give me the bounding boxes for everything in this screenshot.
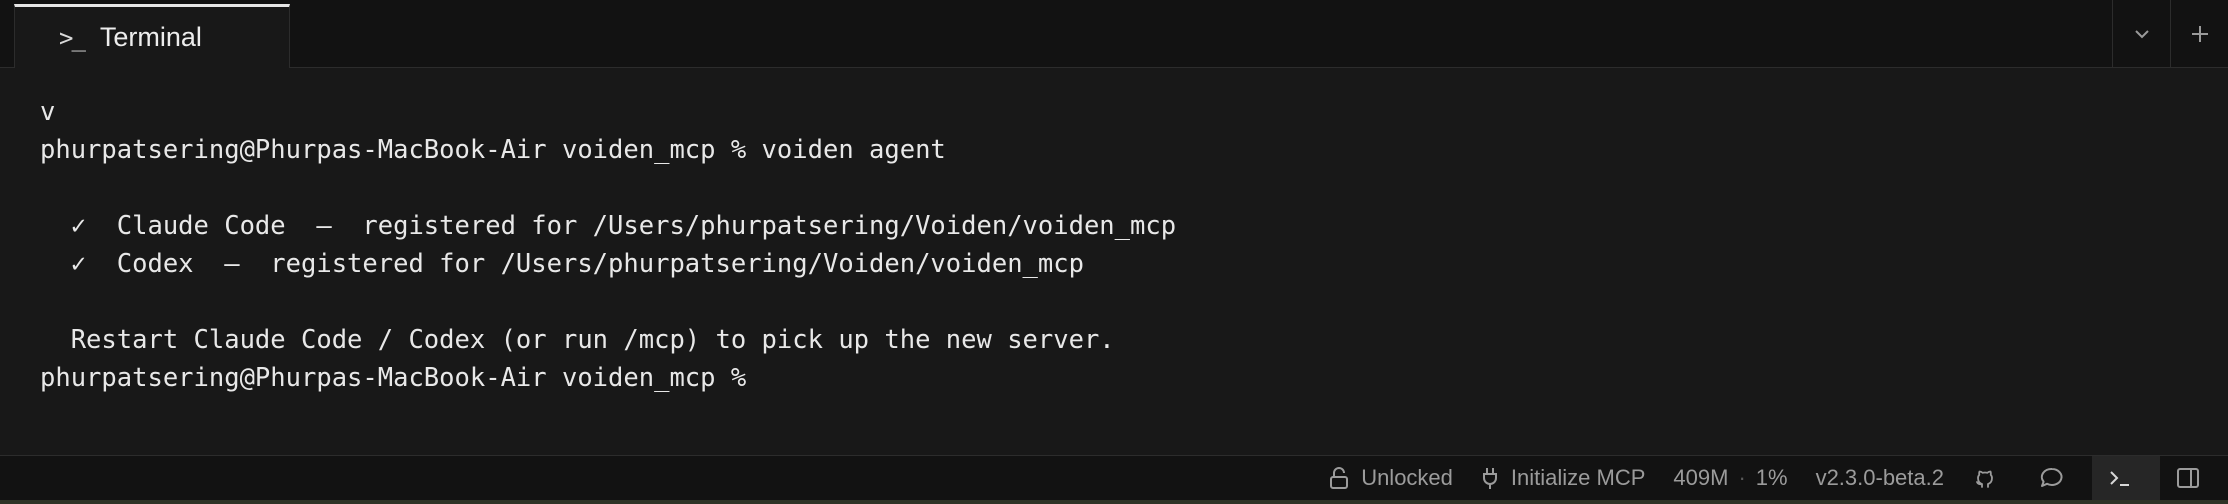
tab-label: Terminal: [99, 22, 202, 52]
terminal-line: ✓ Codex — registered for /Users/phurpats…: [40, 249, 1084, 279]
plug-icon: [1482, 468, 1497, 489]
sidebar-toggle-button[interactable]: [2160, 456, 2228, 501]
terminal-line: ✓ Claude Code — registered for /Users/ph…: [40, 211, 1177, 241]
desktop-background-strip: [0, 500, 2228, 504]
tab-dropdown-button[interactable]: [2112, 0, 2170, 68]
github-icon: [1976, 470, 1993, 488]
version-label: v2.3.0-beta.2: [1802, 456, 1958, 501]
github-button[interactable]: [1958, 456, 2024, 501]
terminal-prompt-line: phurpatsering@Phurpas-MacBook-Air voiden…: [40, 363, 762, 393]
terminal-output[interactable]: v phurpatsering@Phurpas-MacBook-Air void…: [0, 69, 2228, 455]
tab-actions: [2112, 0, 2228, 68]
chevron-down-icon: [2134, 30, 2149, 39]
tab-terminal[interactable]: >_ Terminal: [14, 4, 290, 68]
new-terminal-button[interactable]: [2170, 0, 2228, 68]
sidebar-panel-icon: [2177, 468, 2199, 488]
terminal-icon: [2110, 471, 2129, 486]
initialize-mcp-label: Initialize MCP: [1510, 465, 1646, 490]
terminal-line: Restart Claude Code / Codex (or run /mcp…: [40, 325, 1115, 355]
lock-status-label: Unlocked: [1361, 465, 1453, 490]
cpu-usage: 1%: [1755, 465, 1788, 490]
separator-dot: ·: [1738, 465, 1746, 490]
chat-bubble-icon: [2040, 468, 2063, 487]
chat-button[interactable]: [2024, 456, 2092, 501]
resource-usage: 409M · 1%: [1659, 456, 1801, 501]
tab-bar: >_ Terminal: [0, 0, 2228, 68]
app-window: >_ Terminal v phurpatsering@Phurpas-MacB…: [0, 0, 2228, 504]
terminal-line: phurpatsering@Phurpas-MacBook-Air voiden…: [40, 135, 946, 165]
version-text: v2.3.0-beta.2: [1815, 465, 1944, 490]
status-bar: Unlocked Initialize MCP 409M · 1% v2.3.0…: [0, 455, 2228, 501]
unlock-icon: [1330, 467, 1349, 489]
terminal-prompt-icon: >_: [59, 23, 86, 52]
plus-icon: [2191, 26, 2208, 42]
memory-usage: 409M: [1673, 465, 1729, 490]
lock-status-button[interactable]: Unlocked: [1315, 456, 1467, 501]
initialize-mcp-button[interactable]: Initialize MCP: [1467, 456, 1659, 501]
terminal-toggle-button[interactable]: [2092, 455, 2160, 501]
terminal-line: v: [40, 97, 56, 127]
